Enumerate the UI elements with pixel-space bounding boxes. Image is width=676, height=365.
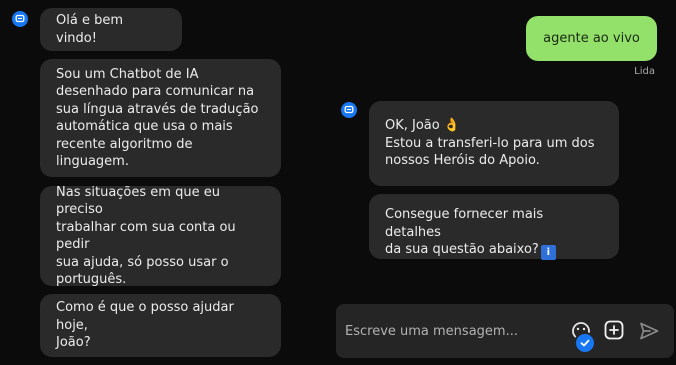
send-arrow-icon <box>640 322 659 340</box>
followup-text: Consegue fornecer mais detalhes da sua q… <box>385 207 544 257</box>
user-message: agente ao vivo <box>526 16 657 61</box>
checkmark-icon <box>574 332 596 354</box>
bot-message-handoff: OK, João 👌 Estou a transferi-lo para um … <box>369 101 619 186</box>
attach-button[interactable] <box>603 319 625 341</box>
read-status: Lida <box>634 66 655 77</box>
info-icon: i <box>540 245 556 260</box>
bot-message-intro: Sou um Chatbot de IA desenhado para comu… <box>40 59 281 177</box>
chat-window: Olá e bem vindo! Sou um Chatbot de IA de… <box>0 0 676 365</box>
bot-avatar-icon <box>12 11 28 27</box>
bot-message-followup: Consegue fornecer mais detalhes da sua q… <box>369 194 619 260</box>
bot-avatar-icon <box>341 102 357 118</box>
bot-message-greeting: Olá e bem vindo! <box>40 8 182 51</box>
send-button[interactable] <box>638 320 660 342</box>
message-input[interactable] <box>345 304 555 358</box>
message-composer <box>336 304 674 358</box>
bot-message-language-note: Nas situações em que eu preciso trabalha… <box>40 185 281 287</box>
bot-message-how-can-i-help: Como é que o posso ajudar hoje, João? <box>40 294 281 357</box>
plus-square-icon <box>604 320 624 340</box>
